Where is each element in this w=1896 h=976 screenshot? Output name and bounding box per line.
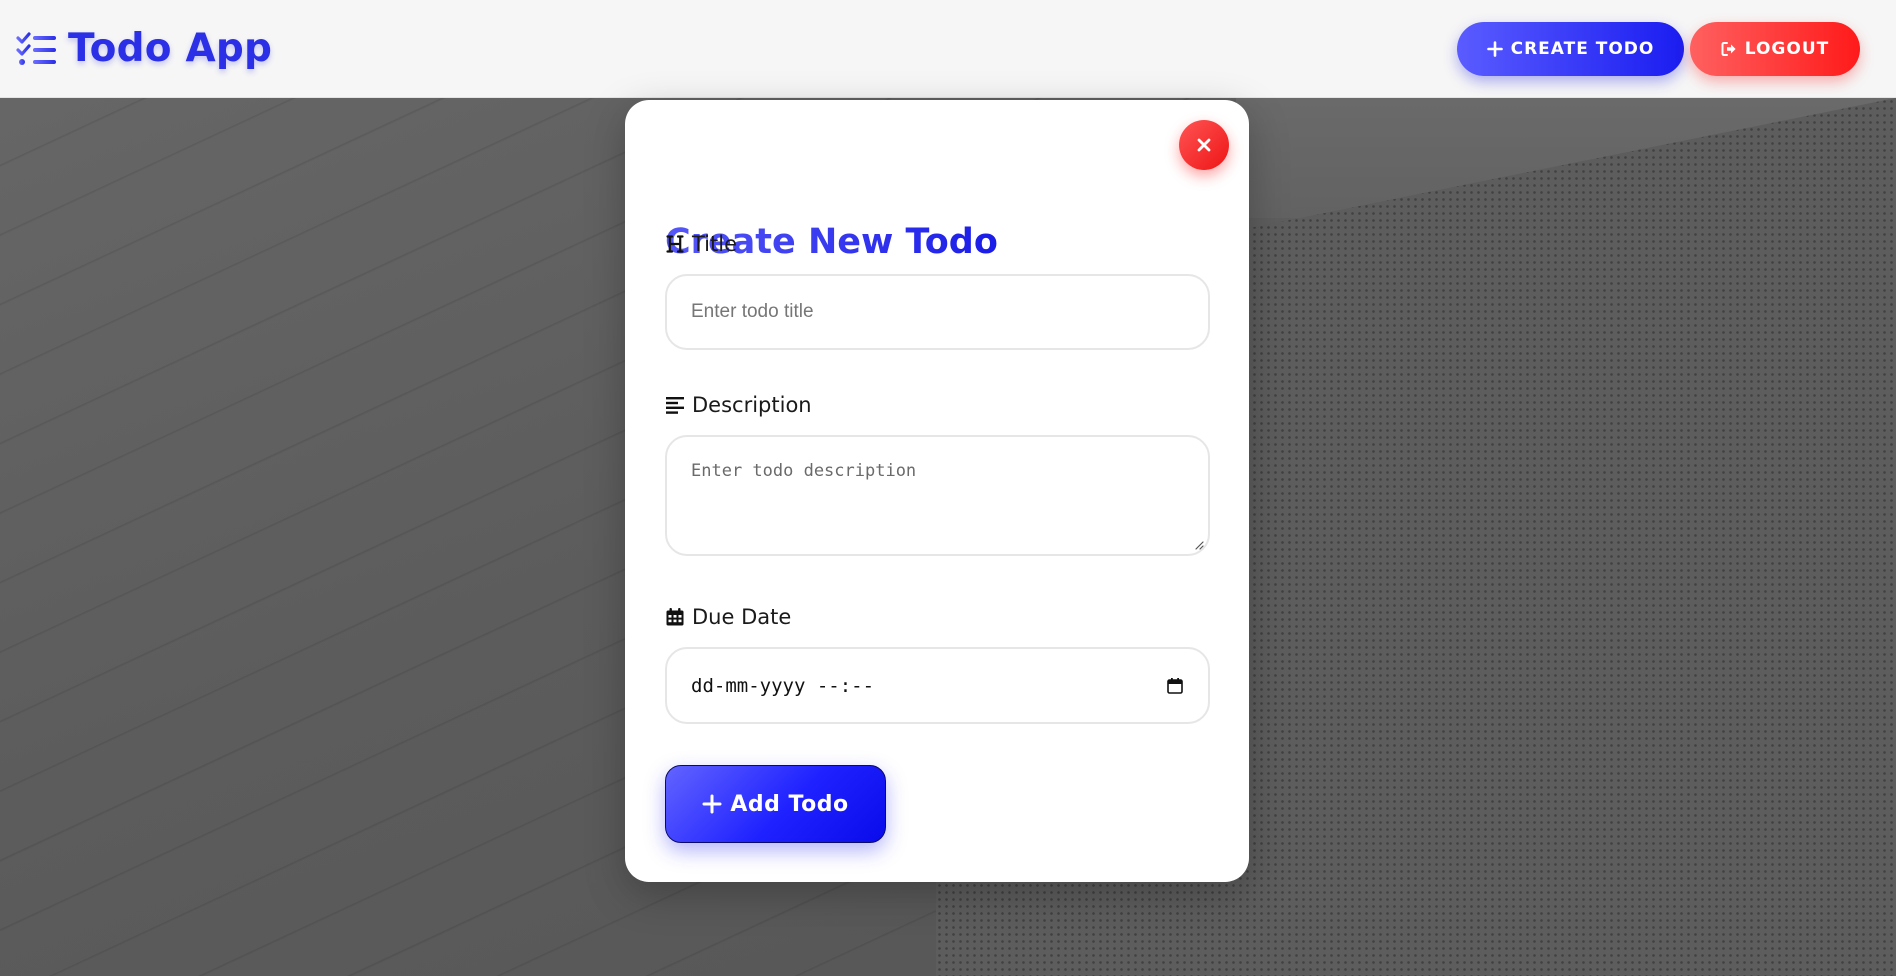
header-actions: CREATE TODO LOGOUT	[1457, 21, 1860, 76]
description-placeholder: Enter todo description	[691, 461, 917, 481]
title-label-text: Title	[692, 232, 738, 256]
add-todo-label: Add Todo	[730, 791, 849, 817]
create-todo-modal: Create New Todo Title Enter todo title D…	[625, 100, 1249, 882]
resize-handle-icon[interactable]	[1194, 540, 1204, 550]
sign-out-icon	[1721, 41, 1736, 56]
title-field-label: Title	[665, 232, 737, 256]
calendar-icon	[666, 608, 684, 626]
logout-button[interactable]: LOGOUT	[1690, 21, 1860, 76]
description-textarea[interactable]: Enter todo description	[665, 435, 1210, 556]
add-todo-button[interactable]: Add Todo	[665, 765, 886, 843]
app-title: Todo App	[68, 26, 273, 71]
description-label-text: Description	[692, 393, 812, 417]
title-input-placeholder: Enter todo title	[691, 301, 814, 322]
due-date-input[interactable]: dd-mm-yyyy --:--	[665, 647, 1210, 724]
title-input[interactable]: Enter todo title	[665, 274, 1210, 350]
logout-label: LOGOUT	[1744, 38, 1830, 59]
heading-icon	[666, 235, 684, 253]
close-icon	[1197, 138, 1211, 152]
list-check-icon	[16, 31, 56, 65]
due-date-label-text: Due Date	[692, 605, 792, 629]
create-todo-button[interactable]: CREATE TODO	[1457, 21, 1684, 76]
plus-icon	[702, 794, 722, 814]
top-navbar: Todo App CREATE TODO LOGOUT	[0, 0, 1896, 98]
due-date-field-label: Due Date	[665, 605, 791, 629]
due-date-placeholder: dd-mm-yyyy --:--	[691, 674, 875, 697]
description-field-label: Description	[665, 393, 812, 417]
align-left-icon	[666, 397, 684, 414]
create-todo-label: CREATE TODO	[1510, 38, 1655, 59]
close-modal-button[interactable]	[1179, 120, 1229, 170]
plus-icon	[1486, 40, 1503, 57]
date-picker-icon[interactable]	[1166, 677, 1184, 695]
brand[interactable]: Todo App	[16, 26, 272, 71]
